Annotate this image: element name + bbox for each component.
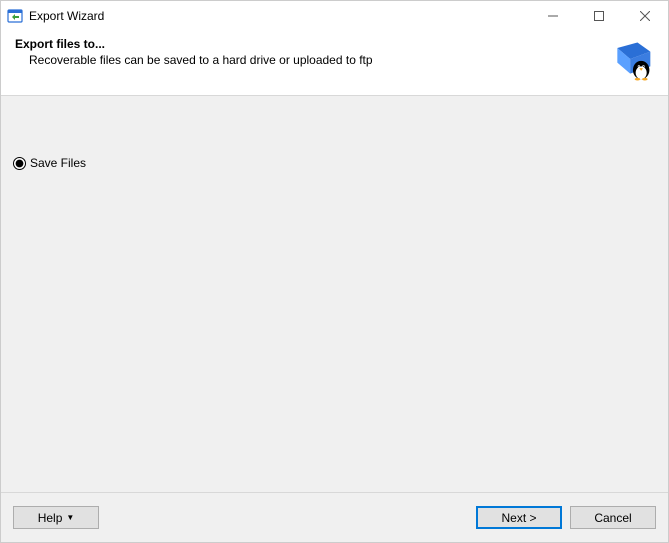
window-title: Export Wizard <box>29 9 104 23</box>
save-files-label: Save Files <box>30 156 86 170</box>
minimize-icon <box>548 11 558 21</box>
wizard-header: Export files to... Recoverable files can… <box>1 31 668 96</box>
header-subtitle: Recoverable files can be saved to a hard… <box>29 53 600 67</box>
close-icon <box>640 11 650 21</box>
maximize-button[interactable] <box>576 1 622 31</box>
cancel-button[interactable]: Cancel <box>570 506 656 529</box>
wizard-content: Save Files <box>1 96 668 492</box>
app-icon <box>7 8 23 24</box>
next-button-label: Next > <box>501 511 536 525</box>
help-button[interactable]: Help ▼ <box>13 506 99 529</box>
titlebar: Export Wizard <box>1 1 668 31</box>
header-title: Export files to... <box>15 37 600 51</box>
minimize-button[interactable] <box>530 1 576 31</box>
wizard-footer: Help ▼ Next > Cancel <box>1 492 668 542</box>
maximize-icon <box>594 11 604 21</box>
save-files-radio[interactable]: Save Files <box>13 156 656 170</box>
folder-penguin-icon <box>610 37 654 81</box>
window-controls <box>530 1 668 31</box>
close-button[interactable] <box>622 1 668 31</box>
help-button-label: Help <box>38 511 63 525</box>
cancel-button-label: Cancel <box>594 511 631 525</box>
chevron-down-icon: ▼ <box>66 514 74 522</box>
save-files-radio-input[interactable] <box>13 157 26 170</box>
next-button[interactable]: Next > <box>476 506 562 529</box>
